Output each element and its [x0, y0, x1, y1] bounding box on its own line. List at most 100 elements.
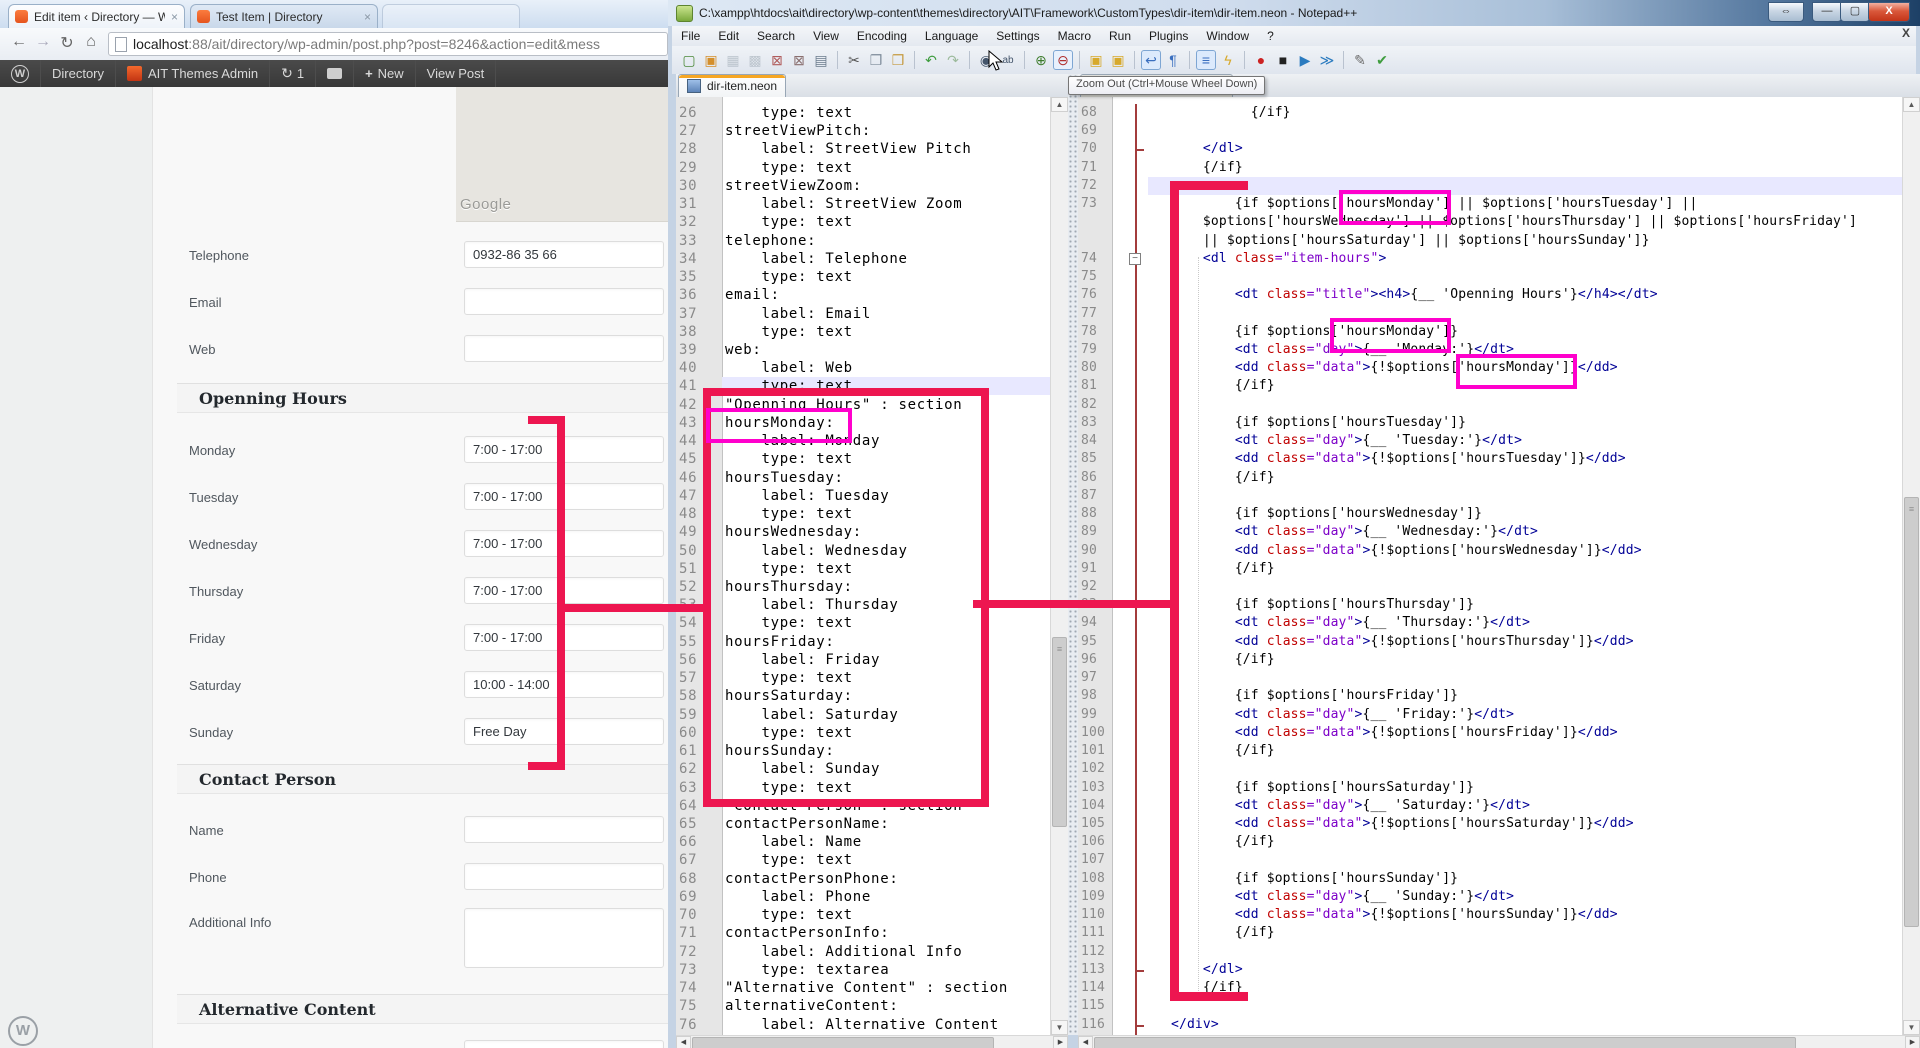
- field-input-email[interactable]: [464, 288, 664, 315]
- field-input-phone[interactable]: [464, 863, 664, 890]
- code-line[interactable]: 90 <dd class="data">{!$options['hoursWed…: [1078, 542, 1920, 561]
- right-scroll-thumb[interactable]: [1904, 497, 1919, 927]
- code-line[interactable]: 73 {if $options['hoursMonday'] || $optio…: [1078, 195, 1920, 214]
- field-input-wednesday[interactable]: 7:00 - 17:00: [464, 530, 664, 557]
- open-icon[interactable]: ▣: [701, 50, 721, 70]
- menu-plugins[interactable]: Plugins: [1140, 27, 1197, 45]
- field-input-monday[interactable]: 7:00 - 17:00: [464, 436, 664, 463]
- code-line[interactable]: 59 label: Saturday: [676, 706, 1068, 725]
- code-line[interactable]: 29 type: text: [676, 159, 1068, 178]
- code-line[interactable]: 53 label: Thursday: [676, 596, 1068, 615]
- code-line[interactable]: 50 label: Wednesday: [676, 542, 1068, 561]
- code-line[interactable]: 54 type: text: [676, 614, 1068, 633]
- code-line[interactable]: 27streetViewPitch:: [676, 122, 1068, 141]
- code-line[interactable]: 101 {/if}: [1078, 742, 1920, 761]
- code-line[interactable]: 56 label: Friday: [676, 651, 1068, 670]
- pane-splitter[interactable]: [1068, 74, 1078, 1035]
- macro-multi-play-icon[interactable]: ≫: [1317, 50, 1337, 70]
- field-input-[interactable]: [464, 1040, 664, 1048]
- hscroll-thumb[interactable]: [692, 1037, 994, 1048]
- close-button[interactable]: X: [1868, 2, 1910, 22]
- code-line[interactable]: 78 {if $options['hoursMonday']}: [1078, 323, 1920, 342]
- code-line[interactable]: 104 <dt class="day">{__ 'Saturday:'}</dt…: [1078, 797, 1920, 816]
- code-line[interactable]: 49hoursWednesday:: [676, 523, 1068, 542]
- code-line[interactable]: 51 type: text: [676, 560, 1068, 579]
- replace-icon[interactable]: ab: [998, 50, 1018, 70]
- code-line[interactable]: 109 <dt class="day">{__ 'Sunday:'}</dt>: [1078, 888, 1920, 907]
- code-line[interactable]: 107: [1078, 851, 1920, 870]
- left-code-editor[interactable]: 26 type: text27streetViewPitch:28 label:…: [676, 97, 1068, 1035]
- code-line[interactable]: 64"Contact Person" : section: [676, 797, 1068, 816]
- close-all-icon[interactable]: ⊠: [789, 50, 809, 70]
- field-input-sunday[interactable]: Free Day: [464, 718, 664, 745]
- right-code-editor[interactable]: 68 {/if}6970 </dl>71 {/if}7273 {if $opti…: [1078, 97, 1920, 1035]
- browser-tab[interactable]: Edit item ‹ Directory — W×: [8, 4, 185, 28]
- field-input-web[interactable]: [464, 335, 664, 362]
- address-bar[interactable]: localhost:88/ait/directory/wp-admin/post…: [108, 32, 668, 56]
- fullscreen-icon[interactable]: ▣: [1086, 50, 1106, 70]
- code-line[interactable]: 88 {if $options['hoursWednesday']}: [1078, 505, 1920, 524]
- code-line[interactable]: 70 </dl>: [1078, 140, 1920, 159]
- code-line[interactable]: 75alternativeContent:: [676, 997, 1068, 1016]
- menu-search[interactable]: Search: [748, 27, 804, 45]
- back-icon[interactable]: ←: [8, 33, 30, 51]
- menu-help[interactable]: ?: [1258, 27, 1283, 45]
- code-line[interactable]: 98 {if $options['hoursFriday']}: [1078, 687, 1920, 706]
- field-input-friday[interactable]: 7:00 - 17:00: [464, 624, 664, 651]
- code-line[interactable]: 26 type: text: [676, 104, 1068, 123]
- redo-icon[interactable]: ↷: [943, 50, 963, 70]
- doc-close-x-icon[interactable]: X: [1902, 26, 1910, 40]
- code-line[interactable]: 63 type: text: [676, 779, 1068, 798]
- code-line[interactable]: 71 {/if}: [1078, 159, 1920, 178]
- maximize-button[interactable]: ▢: [1840, 2, 1870, 22]
- code-line[interactable]: 97: [1078, 669, 1920, 688]
- code-line[interactable]: 38 type: text: [676, 323, 1068, 342]
- admin-bar-site-name[interactable]: Directory: [41, 60, 116, 87]
- macro-record-icon[interactable]: ●: [1251, 50, 1271, 70]
- code-line[interactable]: 45 type: text: [676, 450, 1068, 469]
- code-line[interactable]: 57 type: text: [676, 669, 1068, 688]
- code-line[interactable]: 75: [1078, 268, 1920, 287]
- code-line[interactable]: || $options['hoursSaturday'] || $options…: [1078, 232, 1920, 251]
- tab-close-icon[interactable]: ×: [171, 10, 178, 24]
- zoom-out-icon[interactable]: ⊖: [1053, 50, 1073, 70]
- macro-play-icon[interactable]: ▶: [1295, 50, 1315, 70]
- fold-collapse-icon[interactable]: −: [1129, 253, 1141, 265]
- code-line[interactable]: 74"Alternative Content" : section: [676, 979, 1068, 998]
- save-all-icon[interactable]: ▩: [745, 50, 765, 70]
- code-line[interactable]: 55hoursFriday:: [676, 633, 1068, 652]
- scroll-down-icon[interactable]: ▼: [1903, 1020, 1920, 1035]
- code-line[interactable]: 28 label: StreetView Pitch: [676, 140, 1068, 159]
- code-line[interactable]: 76 <dt class="title"><h4>{__ 'Openning H…: [1078, 286, 1920, 305]
- scroll-down-icon[interactable]: ▼: [1051, 1020, 1068, 1035]
- field-input-additional-info[interactable]: [464, 908, 664, 968]
- zoom-in-icon[interactable]: ⊕: [1031, 50, 1051, 70]
- code-line[interactable]: 114 {/if}: [1078, 979, 1920, 998]
- code-line[interactable]: 60 type: text: [676, 724, 1068, 743]
- code-line[interactable]: 73 type: textarea: [676, 961, 1068, 980]
- left-vertical-scrollbar[interactable]: ▲ ▼: [1050, 97, 1068, 1035]
- doc-check-icon[interactable]: ✔: [1372, 50, 1392, 70]
- forward-icon[interactable]: →: [32, 33, 54, 51]
- field-input-telephone[interactable]: 0932-86 35 66: [464, 241, 664, 268]
- word-wrap-icon[interactable]: ↩: [1141, 50, 1161, 70]
- code-line[interactable]: 115: [1078, 997, 1920, 1016]
- admin-bar-comments[interactable]: [316, 60, 354, 87]
- menu-language[interactable]: Language: [916, 27, 987, 45]
- code-line[interactable]: 71contactPersonInfo:: [676, 924, 1068, 943]
- code-line[interactable]: 108 {if $options['hoursSunday']}: [1078, 870, 1920, 889]
- code-line[interactable]: 111 {/if}: [1078, 924, 1920, 943]
- code-line[interactable]: 44 label: Monday: [676, 432, 1068, 451]
- field-input-tuesday[interactable]: 7:00 - 17:00: [464, 483, 664, 510]
- code-line[interactable]: 86 {/if}: [1078, 469, 1920, 488]
- show-all-chars-icon[interactable]: ¶: [1163, 50, 1183, 70]
- code-line[interactable]: 76 label: Alternative Content: [676, 1016, 1068, 1035]
- code-line[interactable]: 70 type: text: [676, 906, 1068, 925]
- scroll-left-icon[interactable]: ◀: [1078, 1036, 1093, 1048]
- code-line[interactable]: 41 type: text: [676, 377, 1068, 396]
- minimize-button[interactable]: —: [1812, 2, 1842, 22]
- code-line[interactable]: 89 <dt class="day">{__ 'Wednesday:'}</dt…: [1078, 523, 1920, 542]
- code-line[interactable]: 94 <dt class="day">{__ 'Thursday:'}</dt>: [1078, 614, 1920, 633]
- code-line[interactable]: 72 label: Additional Info: [676, 943, 1068, 962]
- code-line[interactable]: 31 label: StreetView Zoom: [676, 195, 1068, 214]
